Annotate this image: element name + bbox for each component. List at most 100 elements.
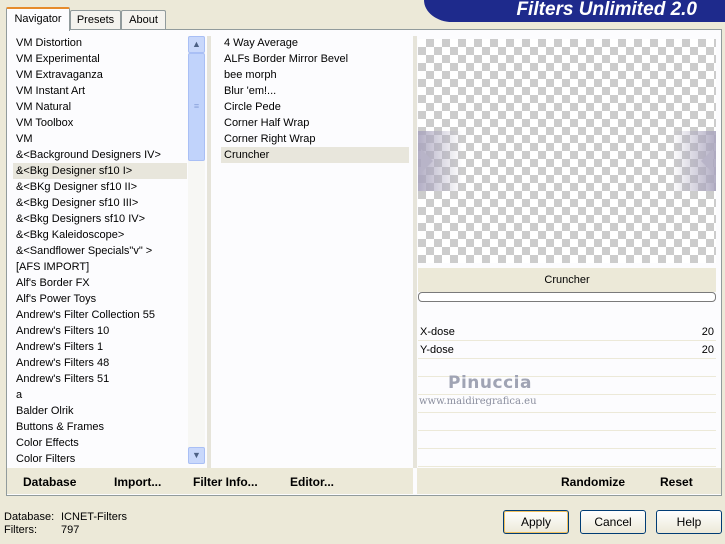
category-item-label: Andrew's Filters 48 — [16, 357, 110, 369]
category-item[interactable]: VM — [13, 131, 187, 147]
param-value[interactable]: 20 — [702, 324, 714, 340]
category-item-label: &<BKg Designer sf10 II> — [16, 181, 138, 193]
category-item-label: VM — [16, 133, 33, 145]
watermark-url: www.maidiregrafica.eu — [419, 396, 537, 407]
category-item-label: VM Experimental — [16, 53, 100, 65]
category-item-label: [AFS IMPORT] — [16, 261, 90, 273]
category-item-label: a — [16, 389, 23, 401]
filters-count-label: Filters: — [4, 524, 37, 536]
category-item-label: VM Natural — [16, 101, 72, 113]
category-item[interactable]: &<Bkg Designer sf10 I> — [13, 163, 187, 179]
category-item[interactable]: Color Effects — [13, 435, 187, 451]
category-item[interactable]: Color Filters — [13, 451, 187, 467]
category-item[interactable]: VM Extravaganza — [13, 67, 187, 83]
preview-right-arrow-icon — [672, 131, 716, 191]
filter-item-label: Corner Half Wrap — [224, 117, 310, 129]
scroll-down-button[interactable]: ▼ — [188, 447, 205, 464]
category-item[interactable]: VM Natural — [13, 99, 187, 115]
category-item[interactable]: Andrew's Filters 1 — [13, 339, 187, 355]
tab-presets[interactable]: Presets — [70, 10, 121, 29]
category-item-label: &<Bkg Kaleidoscope> — [16, 229, 125, 241]
category-item-label: Andrew's Filter Collection 55 — [16, 309, 156, 321]
category-item[interactable]: VM Instant Art — [13, 83, 187, 99]
param-row-empty — [418, 450, 716, 467]
category-item[interactable]: VM Toolbox — [13, 115, 187, 131]
filter-item[interactable]: Blur 'em!... — [221, 83, 409, 99]
category-item[interactable]: Buttons & Frames — [13, 419, 187, 435]
param-row-x-dose[interactable]: X-dose 20 — [418, 324, 716, 341]
param-row-empty — [418, 414, 716, 431]
category-item[interactable]: a — [13, 387, 187, 403]
database-button[interactable]: Database — [23, 475, 76, 489]
import-button[interactable]: Import... — [114, 475, 161, 489]
column-divider — [207, 36, 211, 468]
category-item[interactable]: VM Experimental — [13, 51, 187, 67]
category-item[interactable]: [AFS IMPORT] — [13, 259, 187, 275]
column-divider — [413, 36, 417, 468]
category-item-label: VM Instant Art — [16, 85, 86, 97]
filter-item-label: ALFs Border Mirror Bevel — [224, 53, 349, 65]
category-list[interactable]: VM Distortion VM Experimental VM Extravaga… — [13, 35, 187, 467]
reset-button[interactable]: Reset — [660, 475, 693, 489]
database-status-label: Database: — [4, 511, 55, 523]
preview-area — [418, 39, 716, 263]
category-item-label: &<Bkg Designer sf10 I> — [16, 165, 133, 177]
category-item-label: Alf's Border FX — [16, 277, 90, 289]
category-item[interactable]: &<Bkg Designers sf10 IV> — [13, 211, 187, 227]
filter-item[interactable]: Circle Pede — [221, 99, 409, 115]
param-value[interactable]: 20 — [702, 342, 714, 358]
category-item[interactable]: Andrew's Filter Collection 55 — [13, 307, 187, 323]
param-label: Y-dose — [420, 344, 454, 356]
category-item[interactable]: Andrew's Filters 10 — [13, 323, 187, 339]
category-item[interactable]: Andrew's Filters 51 — [13, 371, 187, 387]
category-item-label: VM Extravaganza — [16, 69, 103, 81]
category-item[interactable]: Balder Olrik — [13, 403, 187, 419]
filter-item-label: Corner Right Wrap — [224, 133, 316, 145]
category-item[interactable]: VM Distortion — [13, 35, 187, 51]
watermark-name: Pinuccia — [448, 373, 532, 393]
category-item-label: Balder Olrik — [16, 405, 74, 417]
category-item-label: Buttons & Frames — [16, 421, 105, 433]
filter-item-label: Circle Pede — [224, 101, 281, 113]
category-item-label: &<Bkg Designer sf10 III> — [16, 197, 139, 209]
preview-left-arrow-icon — [418, 131, 462, 191]
scroll-thumb[interactable]: ≡ — [188, 53, 205, 161]
category-item-label: &<Bkg Designers sf10 IV> — [16, 213, 146, 225]
category-item-label: VM Distortion — [16, 37, 83, 49]
category-scrollbar[interactable]: ▲ ≡ ▼ — [188, 36, 205, 464]
category-item-label: &<Sandflower Specials"v" > — [16, 245, 153, 257]
category-item[interactable]: Andrew's Filters 48 — [13, 355, 187, 371]
category-item[interactable]: &<BKg Designer sf10 II> — [13, 179, 187, 195]
category-item-label: &<Background Designers IV> — [16, 149, 161, 161]
filter-item[interactable]: Corner Right Wrap — [221, 131, 409, 147]
filter-item-label: bee morph — [224, 69, 277, 81]
category-item[interactable]: Alf's Power Toys — [13, 291, 187, 307]
editor-button[interactable]: Editor... — [290, 475, 334, 489]
tab-about[interactable]: About — [121, 10, 166, 29]
apply-button[interactable]: Apply — [503, 510, 569, 534]
category-item[interactable]: &<Bkg Kaleidoscope> — [13, 227, 187, 243]
help-button[interactable]: Help — [656, 510, 722, 534]
randomize-button[interactable]: Randomize — [561, 475, 625, 489]
category-item[interactable]: Alf's Border FX — [13, 275, 187, 291]
tab-navigator[interactable]: Navigator — [6, 7, 70, 31]
filter-item-label: Cruncher — [224, 149, 270, 161]
filter-list[interactable]: 4 Way Average ALFs Border Mirror Bevel bee… — [221, 35, 409, 163]
category-item[interactable]: &<Background Designers IV> — [13, 147, 187, 163]
category-item[interactable]: &<Sandflower Specials"v" > — [13, 243, 187, 259]
category-item-label: Alf's Power Toys — [16, 293, 97, 305]
filter-item[interactable]: bee morph — [221, 67, 409, 83]
filter-item-label: Blur 'em!... — [224, 85, 277, 97]
scroll-up-button[interactable]: ▲ — [188, 36, 205, 53]
filter-item[interactable]: Corner Half Wrap — [221, 115, 409, 131]
cancel-button[interactable]: Cancel — [580, 510, 646, 534]
category-item-label: Andrew's Filters 1 — [16, 341, 104, 353]
filter-item[interactable]: Cruncher — [221, 147, 409, 163]
category-item[interactable]: &<Bkg Designer sf10 III> — [13, 195, 187, 211]
selected-filter-name: Cruncher — [418, 268, 716, 292]
category-item-label: VM Toolbox — [16, 117, 74, 129]
filter-item[interactable]: 4 Way Average — [221, 35, 409, 51]
param-row-y-dose[interactable]: Y-dose 20 — [418, 342, 716, 359]
filter-item[interactable]: ALFs Border Mirror Bevel — [221, 51, 409, 67]
filter-info-button[interactable]: Filter Info... — [193, 475, 258, 489]
